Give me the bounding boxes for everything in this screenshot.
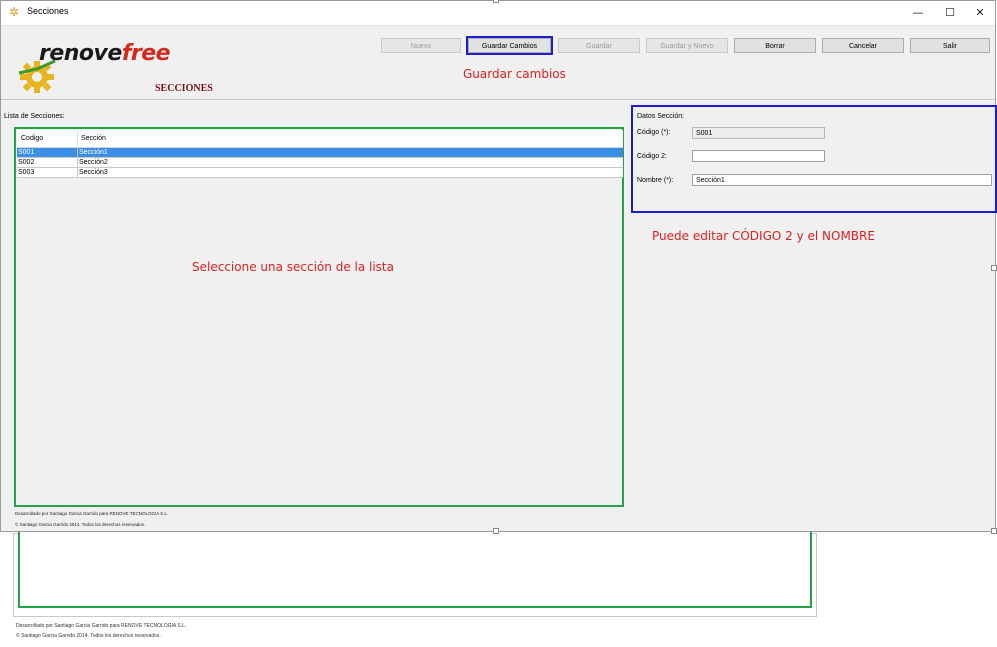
column-header-codigo[interactable]: Codigo xyxy=(21,135,43,142)
column-divider xyxy=(77,130,78,147)
logo-wordmark: renovefree xyxy=(39,41,171,66)
secciones-list[interactable]: Codigo Sección S001 Sección1 S002 Secció… xyxy=(14,127,624,507)
table-row[interactable]: S001 Sección1 xyxy=(17,148,623,158)
codigo2-label: Código 2: xyxy=(637,153,667,160)
cancelar-button[interactable]: Cancelar xyxy=(822,38,904,53)
background-list-frame xyxy=(18,530,812,608)
cell-seccion: Sección3 xyxy=(79,169,108,176)
annotation-guardar-cambios: Guardar cambios xyxy=(463,67,566,81)
table-row[interactable]: S002 Sección2 xyxy=(17,158,623,168)
window-title: Secciones xyxy=(27,6,69,16)
cell-codigo: S002 xyxy=(18,159,35,166)
column-header-seccion[interactable]: Sección xyxy=(81,135,106,142)
list-label: Lista de Secciones: xyxy=(4,113,65,120)
list-header: Codigo Sección xyxy=(17,130,623,148)
resize-handle-bottom[interactable] xyxy=(493,528,499,534)
codigo2-field[interactable] xyxy=(692,150,825,162)
codigo-field: S001 xyxy=(692,127,825,139)
footer-credit: Desarrollado por Santiago Garcia Garrido… xyxy=(15,511,169,516)
footer-copyright: © Santiago Garcia Garrido 2014. Todos lo… xyxy=(15,522,146,527)
logo-wordmark-renove: renove xyxy=(39,41,122,66)
resize-handle-right[interactable] xyxy=(991,265,997,271)
cell-divider xyxy=(77,158,78,167)
cell-codigo: S001 xyxy=(18,149,35,156)
codigo-label: Código (*): xyxy=(637,129,671,136)
table-row[interactable]: S003 Sección3 xyxy=(17,168,623,178)
nombre-label: Nombre (*): xyxy=(637,177,674,184)
annotation-seleccione: Seleccione una sección de la lista xyxy=(192,260,394,274)
cell-seccion: Sección2 xyxy=(79,159,108,166)
guardar-y-nuevo-button[interactable]: Guardar y Nuevo xyxy=(646,38,728,53)
cell-divider xyxy=(77,168,78,177)
annotation-puede-editar: Puede editar CÓDIGO 2 y el NOMBRE xyxy=(652,229,875,243)
minimize-button[interactable]: — xyxy=(902,1,934,25)
section-title: SECCIONES xyxy=(155,83,213,94)
maximize-button[interactable]: ☐ xyxy=(934,1,966,25)
logo-wordmark-free: free xyxy=(121,41,171,66)
resize-handle-top[interactable] xyxy=(493,0,499,3)
salir-button[interactable]: Salir xyxy=(910,38,990,53)
guardar-button[interactable]: Guardar xyxy=(558,38,640,53)
app-gear-icon: ✲ xyxy=(9,5,20,19)
nuevo-button[interactable]: Nuevo xyxy=(381,38,461,53)
guardar-cambios-button[interactable]: Guardar Cambios xyxy=(466,36,553,55)
nombre-field[interactable]: Sección1 xyxy=(692,174,992,186)
secciones-window: ✲ Secciones — ☐ ✕ renovefree SECCIONES N… xyxy=(0,0,997,532)
cell-divider xyxy=(77,148,78,157)
header-separator xyxy=(1,99,995,100)
close-button[interactable]: ✕ xyxy=(964,1,996,25)
cell-codigo: S003 xyxy=(18,169,35,176)
renovefree-logo: renovefree xyxy=(9,37,171,97)
datos-seccion-panel: Datos Sección: Código (*): S001 Código 2… xyxy=(631,105,997,213)
resize-handle-corner[interactable] xyxy=(991,528,997,534)
borrar-button[interactable]: Borrar xyxy=(734,38,816,53)
cell-seccion: Sección1 xyxy=(79,149,108,156)
background-footer-copyright: © Santiago Garcia Garrido 2014. Todos lo… xyxy=(16,633,161,639)
background-footer-credit: Desarrollado por Santiago Garcia Garrido… xyxy=(16,623,187,629)
title-bar: ✲ Secciones — ☐ ✕ xyxy=(1,1,995,26)
details-title: Datos Sección: xyxy=(637,113,685,120)
